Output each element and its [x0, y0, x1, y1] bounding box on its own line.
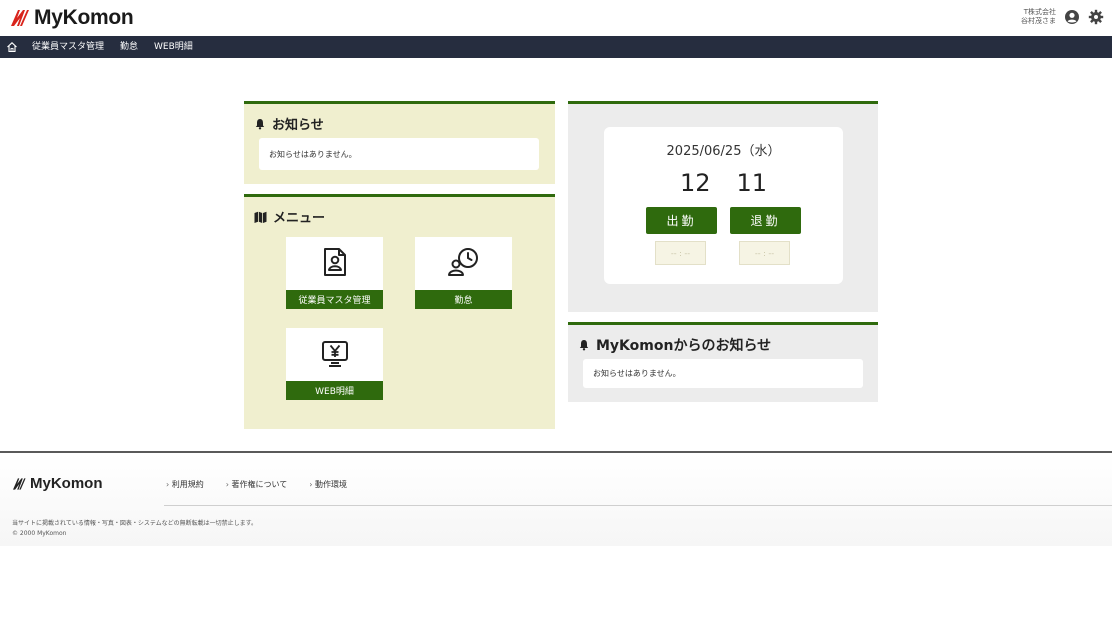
- notice-title-text: お知らせ: [272, 118, 324, 133]
- footer-links: 利用規約 著作権について 動作環境: [166, 479, 347, 490]
- footer-copyright: © 2000 MyKomon: [12, 530, 67, 537]
- footer-brand: MyKomon: [30, 475, 103, 492]
- current-time: 12 11: [604, 169, 843, 197]
- nav-item-employee-master[interactable]: 従業員マスタ管理: [24, 36, 112, 58]
- footer-note: 当サイトに掲載されている情報・写真・図表・システムなどの無断転載は一切禁止します…: [12, 519, 257, 539]
- time-clock-panel: 2025/06/25（水） 12 11 出勤 退勤 -- : -- -- : -…: [568, 101, 878, 312]
- footer-divider: [164, 505, 1112, 506]
- menu-title: メニュー: [254, 207, 325, 226]
- mykomon-logo-mark-icon: [11, 10, 29, 26]
- bell-icon: [255, 118, 265, 129]
- brand-name: MyKomon: [34, 6, 134, 29]
- menu-card-label: 勤怠: [415, 290, 512, 309]
- clock-in-button[interactable]: 出勤: [646, 207, 717, 234]
- bell-icon: [579, 340, 589, 351]
- menu-card-employee-master[interactable]: 従業員マスタ管理: [286, 237, 383, 309]
- notice-title: お知らせ: [254, 114, 324, 133]
- mykomon-logo[interactable]: MyKomon: [10, 6, 134, 30]
- current-hour: 12: [679, 169, 711, 197]
- user-name: 谷村茂さま: [1021, 17, 1056, 25]
- nav-item-web-payslip[interactable]: WEB明細: [146, 36, 201, 58]
- mykomon-notice-title: MyKomonからのお知らせ: [578, 335, 771, 355]
- nav-item-attendance[interactable]: 勤怠: [112, 36, 146, 58]
- user-circle-icon[interactable]: [1064, 9, 1080, 25]
- footer-link-copyright[interactable]: 著作権について: [226, 479, 288, 490]
- map-icon: [254, 211, 267, 223]
- menu-card-label: WEB明細: [286, 381, 383, 400]
- user-area: T株式会社 谷村茂さま: [1021, 8, 1104, 26]
- footer-disclaimer: 当サイトに掲載されている情報・写真・図表・システムなどの無断転載は一切禁止します…: [12, 520, 258, 527]
- mykomon-notice-panel: MyKomonからのお知らせ お知らせはありません。: [568, 322, 878, 402]
- menu-card-label: 従業員マスタ管理: [286, 290, 383, 309]
- current-date: 2025/06/25（水）: [666, 144, 781, 159]
- menu-card-attendance[interactable]: 勤怠: [415, 237, 512, 309]
- footer-link-environment[interactable]: 動作環境: [309, 479, 347, 490]
- footer-link-terms[interactable]: 利用規約: [166, 479, 204, 490]
- user-info: T株式会社 谷村茂さま: [1021, 8, 1056, 26]
- mykomon-notice-message: お知らせはありません。: [583, 359, 863, 388]
- attendance-clock-icon: [447, 248, 478, 276]
- mykomon-notice-title-text: MyKomonからのお知らせ: [596, 338, 772, 354]
- notice-panel: お知らせ お知らせはありません。: [244, 101, 555, 184]
- employee-card-icon: [323, 248, 346, 276]
- current-minute: 11: [736, 169, 768, 197]
- company-name: T株式会社: [1023, 8, 1056, 16]
- notice-message: お知らせはありません。: [259, 138, 539, 170]
- top-header: MyKomon T株式会社 谷村茂さま: [0, 0, 1112, 36]
- home-icon: [7, 42, 17, 53]
- clock-out-time: -- : --: [739, 241, 790, 265]
- page-footer: MyKomon 利用規約 著作権について 動作環境 当サイトに掲載されている情報…: [0, 451, 1112, 546]
- menu-title-text: メニュー: [273, 211, 326, 226]
- time-clock-card: 2025/06/25（水） 12 11 出勤 退勤 -- : -- -- : -…: [604, 127, 843, 284]
- mykomon-logo-mark-icon: [13, 477, 26, 490]
- main-nav: 従業員マスタ管理 勤怠 WEB明細: [0, 36, 1112, 58]
- clock-out-button[interactable]: 退勤: [730, 207, 801, 234]
- menu-card-web-payslip[interactable]: WEB明細: [286, 328, 383, 400]
- yen-monitor-icon: [321, 341, 348, 367]
- clock-in-time: -- : --: [655, 241, 706, 265]
- nav-home[interactable]: [0, 36, 24, 58]
- menu-panel: メニュー 従業員マスタ管理 勤怠 WEB明細: [244, 194, 555, 429]
- footer-logo[interactable]: MyKomon: [12, 475, 103, 492]
- gear-icon[interactable]: [1088, 9, 1104, 25]
